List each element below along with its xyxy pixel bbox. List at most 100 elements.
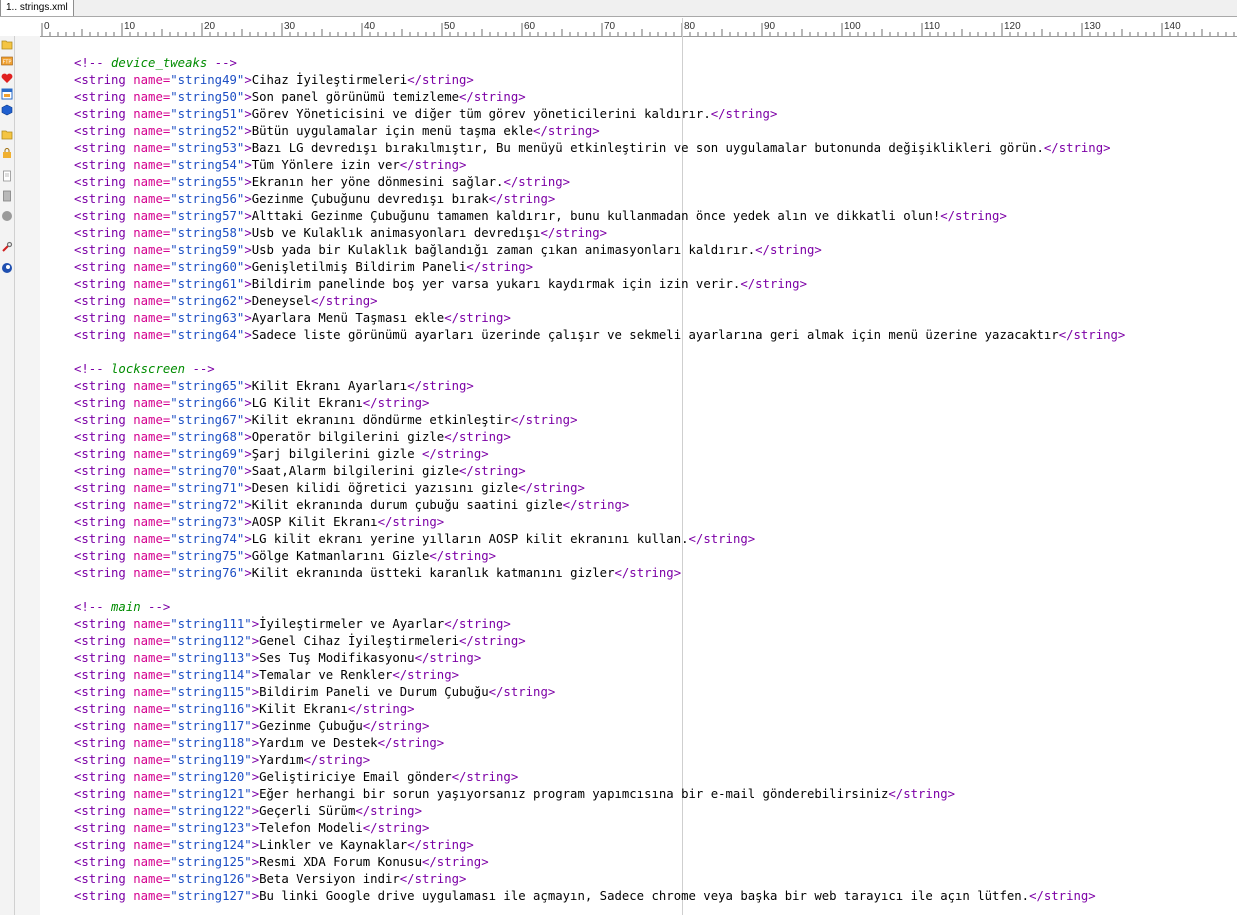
string-entry-line[interactable]: <string name="string114">Temalar ve Renk… (74, 667, 1125, 684)
document-icon[interactable] (1, 170, 13, 182)
string-entry-line[interactable]: <string name="string63">Ayarlara Menü Ta… (74, 310, 1125, 327)
attr-name: name= (133, 719, 171, 733)
ftp-icon[interactable]: FTP (1, 55, 13, 67)
string-entry-line[interactable]: <string name="string64">Sadece liste gör… (74, 327, 1125, 344)
string-entry-line[interactable]: <string name="string55">Ekranın her yöne… (74, 174, 1125, 191)
blue-cube-icon[interactable] (1, 104, 13, 116)
string-entry-line[interactable]: <string name="string67">Kilit ekranını d… (74, 412, 1125, 429)
string-entry-line[interactable]: <string name="string49">Cihaz İyileştirm… (74, 72, 1125, 89)
string-entry-line[interactable]: <string name="string124">Linkler ve Kayn… (74, 837, 1125, 854)
string-entry-line[interactable]: <string name="string123">Telefon Modeli<… (74, 820, 1125, 837)
xml-comment-line[interactable]: <!-- lockscreen --> (74, 361, 1125, 378)
lock-icon[interactable] (1, 147, 13, 159)
string-entry-line[interactable]: <string name="string52">Bütün uygulamala… (74, 123, 1125, 140)
tag-close-bracket: > (244, 175, 252, 189)
string-entry-line[interactable]: <string name="string112">Genel Cihaz İyi… (74, 633, 1125, 650)
tag-close-bracket: > (251, 617, 260, 631)
tag-end: </string> (503, 175, 571, 189)
string-entry-line[interactable]: <string name="string68">Operatör bilgile… (74, 429, 1125, 446)
gray-circle-icon[interactable] (1, 210, 13, 222)
string-value: Eğer herhangi bir sorun yaşıyorsanız pro… (259, 787, 889, 801)
blank-line[interactable] (74, 582, 1125, 599)
document-icon[interactable] (1, 190, 13, 202)
tag-end: </string> (407, 73, 474, 87)
favorites-heart-icon[interactable] (1, 72, 13, 84)
string-entry-line[interactable]: <string name="string66">LG Kilit Ekranı<… (74, 395, 1125, 412)
tag-end: </string> (1043, 141, 1111, 155)
string-entry-line[interactable]: <string name="string125">Resmi XDA Forum… (74, 854, 1125, 871)
string-entry-line[interactable]: <string name="string59">Usb yada bir Kul… (74, 242, 1125, 259)
tools-icon[interactable] (1, 241, 13, 253)
column-ruler: 0 10 20 30 40 50 60 70 80 90 100 110 120 130 140 (40, 18, 1237, 37)
string-entry-line[interactable]: <string name="string116">Kilit Ekranı</s… (74, 701, 1125, 718)
string-entry-line[interactable]: <string name="string73">AOSP Kilit Ekran… (74, 514, 1125, 531)
tag-close-bracket: > (244, 294, 252, 308)
string-entry-line[interactable]: <string name="string69">Şarj bilgilerini… (74, 446, 1125, 463)
string-entry-line[interactable]: <string name="string72">Kilit ekranında … (74, 497, 1125, 514)
tag-end: </string> (466, 260, 534, 274)
attr-value: "string66" (170, 396, 245, 410)
string-entry-line[interactable]: <string name="string74">LG kilit ekranı … (74, 531, 1125, 548)
string-entry-line[interactable]: <string name="string50">Son panel görünü… (74, 89, 1125, 106)
string-entry-line[interactable]: <string name="string126">Beta Versiyon i… (74, 871, 1125, 888)
attr-value: "string63" (170, 311, 245, 325)
tag-open: <string (74, 838, 134, 852)
attr-value: "string59" (170, 243, 245, 257)
string-entry-line[interactable]: <string name="string57">Alttaki Gezinme … (74, 208, 1125, 225)
string-entry-line[interactable]: <string name="string115">Bildirim Paneli… (74, 684, 1125, 701)
string-entry-line[interactable]: <string name="string120">Geliştiriciye E… (74, 769, 1125, 786)
string-entry-line[interactable]: <string name="string53">Bazı LG devredış… (74, 140, 1125, 157)
tag-close-bracket: > (244, 311, 252, 325)
folder-icon[interactable] (1, 38, 13, 50)
string-value: Bu linki Google drive uygulaması ile açm… (259, 889, 1030, 903)
tag-open: <string (74, 192, 134, 206)
attr-value: "string61" (170, 277, 245, 291)
tag-open: <string (74, 617, 134, 631)
string-entry-line[interactable]: <string name="string61">Bildirim panelin… (74, 276, 1125, 293)
string-entry-line[interactable]: <string name="string54">Tüm Yönlere izin… (74, 157, 1125, 174)
tab-strings-xml[interactable]: 1.. strings.xml (0, 0, 74, 16)
string-entry-line[interactable]: <string name="string127">Bu linki Google… (74, 888, 1125, 905)
string-value: Bildirim panelinde boş yer varsa yukarı … (251, 277, 741, 291)
string-entry-line[interactable]: <string name="string58">Usb ve Kulaklık … (74, 225, 1125, 242)
string-value: Tüm Yönlere izin ver (251, 158, 400, 172)
string-entry-line[interactable]: <string name="string111">İyileştirmeler … (74, 616, 1125, 633)
attr-value: "string118" (170, 736, 252, 750)
ruler-label: 10 (124, 21, 136, 32)
xml-comment-line[interactable]: <!-- device_tweaks --> (74, 55, 1125, 72)
string-entry-line[interactable]: <string name="string117">Gezinme Çubuğu<… (74, 718, 1125, 735)
string-value: Kilit ekranını döndürme etkinleştir (251, 413, 511, 427)
attr-value: "string64" (170, 328, 245, 342)
string-value: LG Kilit Ekranı (251, 396, 363, 410)
string-entry-line[interactable]: <string name="string113">Ses Tuş Modifik… (74, 650, 1125, 667)
string-entry-line[interactable]: <string name="string70">Saat,Alarm bilgi… (74, 463, 1125, 480)
tag-open: <string (74, 821, 134, 835)
string-value: AOSP Kilit Ekranı (251, 515, 378, 529)
tag-end: </string> (518, 481, 585, 495)
string-entry-line[interactable]: <string name="string71">Desen kilidi öğr… (74, 480, 1125, 497)
tag-end: </string> (488, 192, 556, 206)
string-entry-line[interactable]: <string name="string121">Eğer herhangi b… (74, 786, 1125, 803)
string-entry-line[interactable]: <string name="string60">Genişletilmiş Bi… (74, 259, 1125, 276)
string-entry-line[interactable]: <string name="string76">Kilit ekranında … (74, 565, 1125, 582)
string-entry-line[interactable]: <string name="string62">Deneysel</string… (74, 293, 1125, 310)
string-entry-line[interactable]: <string name="string56">Gezinme Çubuğunu… (74, 191, 1125, 208)
attr-name: name= (133, 209, 171, 223)
attr-value: "string120" (170, 770, 252, 784)
string-entry-line[interactable]: <string name="string119">Yardım</string> (74, 752, 1125, 769)
string-entry-line[interactable]: <string name="string51">Görev Yöneticisi… (74, 106, 1125, 123)
code-editor[interactable]: <!-- device_tweaks --> <string name="stri… (74, 55, 1125, 905)
string-entry-line[interactable]: <string name="string122">Geçerli Sürüm</… (74, 803, 1125, 820)
xml-comment-line[interactable]: <!-- main --> (74, 599, 1125, 616)
attr-value: "string119" (170, 753, 252, 767)
string-entry-line[interactable]: <string name="string118">Yardım ve Deste… (74, 735, 1125, 752)
string-entry-line[interactable]: <string name="string75">Gölge Katmanları… (74, 548, 1125, 565)
tag-close-bracket: > (244, 260, 252, 274)
blank-line[interactable] (74, 344, 1125, 361)
window-icon[interactable] (1, 88, 13, 100)
string-entry-line[interactable]: <string name="string65">Kilit Ekranı Aya… (74, 378, 1125, 395)
folder-icon[interactable] (1, 128, 13, 140)
tag-close-bracket: > (244, 277, 252, 291)
ruler-label: 60 (524, 21, 536, 32)
blue-circle-icon[interactable] (1, 262, 13, 274)
